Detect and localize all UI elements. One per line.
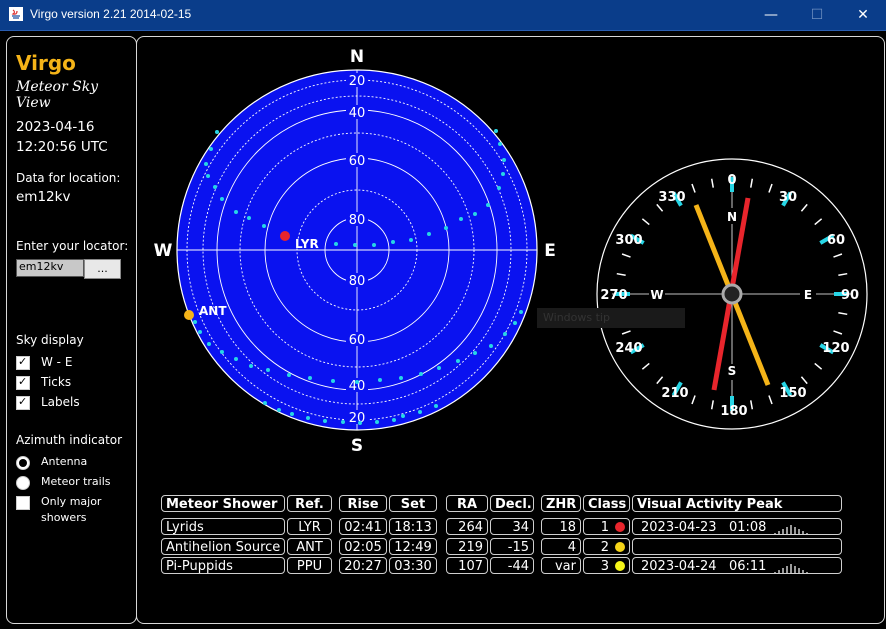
peak-time: 01:08 xyxy=(728,520,767,535)
table-row-class: 3 xyxy=(583,557,630,574)
table-row-peak xyxy=(632,538,842,555)
table-row-ref: ANT xyxy=(287,538,332,555)
table-row-class: 2 xyxy=(583,538,630,555)
table-row-zhr: var xyxy=(541,557,581,574)
lyr-radiant-label: LYR xyxy=(295,237,319,251)
table-row-shower[interactable]: Antihelion Source xyxy=(161,538,285,555)
compass-label-0: 0 xyxy=(727,173,736,188)
table-row-set: 03:30 xyxy=(389,557,437,574)
compass-label-240: 240 xyxy=(615,341,642,356)
table-row-zhr: 4 xyxy=(541,538,581,555)
col-header-ref: Ref. xyxy=(287,495,332,512)
activity-bars-icon xyxy=(774,519,810,534)
elev-label-top: 20 xyxy=(349,74,366,89)
ant-radiant-label: ANT xyxy=(199,304,227,318)
sky-dome[interactable] xyxy=(176,69,538,431)
table-row-set: 12:49 xyxy=(389,538,437,555)
table-row-ra: 107 xyxy=(446,557,488,574)
elev-label-bottom: 20 xyxy=(349,411,366,426)
col-header-decl: Decl. xyxy=(490,495,534,512)
table-row-decl: 34 xyxy=(490,518,534,535)
col-header-peak: Visual Activity Peak xyxy=(632,495,842,512)
table-row-rise: 02:05 xyxy=(339,538,387,555)
compass-n-label: N xyxy=(727,210,737,224)
class-color-dot xyxy=(615,560,625,571)
col-header-set: Set xyxy=(389,495,437,512)
table-row-ref: PPU xyxy=(287,557,332,574)
class-value: 2 xyxy=(600,540,609,555)
elev-label-top: 60 xyxy=(349,154,366,169)
peak-date: 2023-04-24 xyxy=(641,559,717,574)
compass-label-60: 60 xyxy=(827,233,845,248)
table-row-ra: 219 xyxy=(446,538,488,555)
compass-label-150: 150 xyxy=(779,386,806,401)
class-color-dot xyxy=(615,521,625,532)
compass-s-label: S xyxy=(728,364,737,378)
table-row-ref: LYR xyxy=(287,518,332,535)
table-row-ra: 264 xyxy=(446,518,488,535)
class-value: 3 xyxy=(600,559,609,574)
compass-w-label: W xyxy=(650,288,663,302)
compass-label-300: 300 xyxy=(615,233,642,248)
elev-label-bottom: 80 xyxy=(349,274,366,289)
col-header-shower: Meteor Shower xyxy=(161,495,285,512)
table-row-peak: 2023-04-23 01:08 xyxy=(632,518,842,535)
sky-north-label: N xyxy=(350,47,364,67)
table-row-decl: -15 xyxy=(490,538,534,555)
col-header-class: Class xyxy=(583,495,630,512)
sky-east-label: E xyxy=(544,241,556,261)
table-row-rise: 02:41 xyxy=(339,518,387,535)
azimuth-compass: 0 30 60 90 120 150 180 210 240 270 300 3… xyxy=(596,158,868,430)
table-row-zhr: 18 xyxy=(541,518,581,535)
table-row-rise: 20:27 xyxy=(339,557,387,574)
compass-label-210: 210 xyxy=(661,386,688,401)
compass-e-label: E xyxy=(804,288,812,302)
compass-label-120: 120 xyxy=(822,341,849,356)
peak-time: 06:11 xyxy=(728,559,767,574)
table-row-shower[interactable]: Lyrids xyxy=(161,518,285,535)
compass-center-hub xyxy=(721,283,743,305)
col-header-zhr: ZHR xyxy=(541,495,581,512)
col-header-rise: Rise xyxy=(339,495,387,512)
windows-tip-overlay: Windows tip xyxy=(537,308,685,328)
peak-date: 2023-04-23 xyxy=(641,520,717,535)
compass-label-30: 30 xyxy=(779,190,797,205)
table-row-class: 1 xyxy=(583,518,630,535)
table-row-decl: -44 xyxy=(490,557,534,574)
lyr-radiant-marker[interactable] xyxy=(280,231,290,241)
table-row-set: 18:13 xyxy=(389,518,437,535)
ant-radiant-marker[interactable] xyxy=(184,310,194,320)
table-row-peak: 2023-04-24 06:11 xyxy=(632,557,842,574)
activity-bars-icon xyxy=(774,558,810,573)
table-row-shower[interactable]: Pi-Puppids xyxy=(161,557,285,574)
sky-west-label: W xyxy=(154,241,173,261)
compass-label-90: 90 xyxy=(841,288,859,303)
sky-south-label: S xyxy=(351,436,363,456)
elev-label-bottom: 60 xyxy=(349,333,366,348)
compass-label-330: 330 xyxy=(658,190,685,205)
elev-label-top: 40 xyxy=(349,106,366,121)
compass-label-270: 270 xyxy=(600,288,627,303)
class-value: 1 xyxy=(600,520,609,535)
class-color-dot xyxy=(615,541,625,552)
col-header-ra: RA xyxy=(446,495,488,512)
compass-label-180: 180 xyxy=(720,404,747,419)
elev-label-top: 80 xyxy=(349,213,366,228)
